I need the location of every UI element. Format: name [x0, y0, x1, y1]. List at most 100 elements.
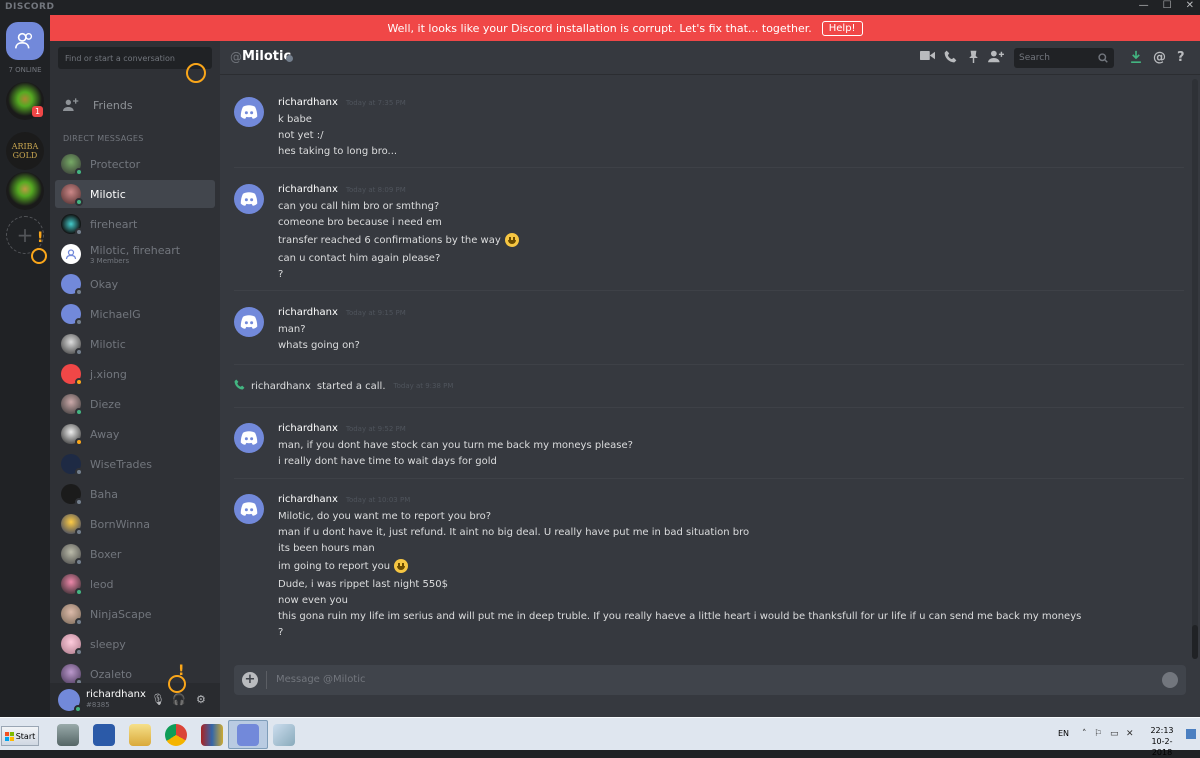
- taskbar-app-network[interactable]: [48, 720, 88, 749]
- message-author[interactable]: richardhanx Today at 7:35 PM: [278, 97, 406, 108]
- discord-avatar-icon: [234, 494, 264, 524]
- taskbar-app-discord[interactable]: [228, 720, 268, 749]
- message-divider: [234, 478, 1184, 479]
- dm-item-dieze[interactable]: Dieze: [55, 390, 215, 418]
- dm-item-fireheart[interactable]: fireheart: [55, 210, 215, 238]
- message-author[interactable]: richardhanx Today at 9:15 PM: [278, 307, 406, 318]
- dm-item-label: Milotic: [90, 187, 126, 201]
- attach-plus-icon[interactable]: +: [242, 672, 258, 688]
- status-dot: [286, 55, 293, 62]
- chat-scrollbar[interactable]: [1192, 79, 1198, 659]
- dm-item-label: sleepy: [90, 637, 126, 651]
- message-text: ?: [278, 269, 284, 280]
- dm-item-milotic-2[interactable]: Milotic: [55, 330, 215, 358]
- help-icon[interactable]: ?: [1177, 50, 1185, 65]
- friends-icon: [15, 32, 33, 49]
- scrollbar-thumb[interactable]: [1192, 625, 1198, 659]
- status-dot: [75, 528, 83, 536]
- warning-icon: !: [37, 230, 44, 246]
- message-text: not yet :/: [278, 130, 324, 141]
- dm-item-sleepy[interactable]: sleepy: [55, 630, 215, 658]
- message-author[interactable]: richardhanx Today at 9:52 PM: [278, 423, 406, 434]
- taskbar-app-explorer[interactable]: [120, 720, 160, 749]
- dm-item-label: Away: [90, 427, 120, 441]
- search-icon: [1098, 53, 1108, 63]
- avatar: [61, 454, 83, 476]
- message-text: can u contact him again please?: [278, 253, 441, 264]
- volume-muted-icon[interactable]: ✕: [1126, 729, 1134, 739]
- dm-item-away[interactable]: Away: [55, 420, 215, 448]
- dm-item-bornwinna[interactable]: BornWinna: [55, 510, 215, 538]
- call-system-message: richardhanx started a call. Today at 9:3…: [234, 379, 453, 393]
- chrome-icon: [165, 723, 187, 746]
- call-author[interactable]: richardhanx: [251, 381, 311, 392]
- dm-item-group[interactable]: Milotic, fireheart 3 Members: [55, 240, 215, 268]
- taskbar-app-chrome[interactable]: [156, 720, 196, 749]
- add-friend-icon[interactable]: [988, 50, 1004, 67]
- message-timestamp: Today at 7:35 PM: [345, 99, 406, 107]
- dm-item-label: leod: [90, 577, 114, 591]
- system-clock[interactable]: 22:13 10-2-2018: [1142, 725, 1182, 758]
- dm-section-header: DIRECT MESSAGES: [63, 134, 144, 143]
- minimize-button[interactable]: —: [1139, 0, 1149, 11]
- message-author[interactable]: richardhanx Today at 10:03 PM: [278, 494, 410, 505]
- chat-search-input[interactable]: Search: [1014, 48, 1114, 68]
- voice-call-icon[interactable]: [944, 50, 957, 67]
- dm-item-wisetrades[interactable]: WiseTrades: [55, 450, 215, 478]
- user-status-dot: [74, 705, 82, 713]
- mute-microphone-icon[interactable]: 🎙: [151, 693, 165, 706]
- dm-item-leod[interactable]: leod: [55, 570, 215, 598]
- message-text: whats going on?: [278, 340, 360, 351]
- dm-item-label: Protector: [90, 157, 141, 171]
- status-dot: [75, 438, 83, 446]
- status-dot: [75, 348, 83, 356]
- home-button[interactable]: [6, 22, 44, 60]
- avatar: [61, 484, 83, 506]
- dm-item-baha[interactable]: Baha: [55, 480, 215, 508]
- close-button[interactable]: ✕: [1186, 0, 1194, 11]
- show-desktop-icon[interactable]: [1186, 729, 1196, 739]
- mentions-icon[interactable]: @: [1153, 50, 1166, 65]
- taskbar-app-winrar[interactable]: [192, 720, 232, 749]
- status-dot: [75, 648, 83, 656]
- message-input[interactable]: Message @Milotic: [276, 674, 366, 685]
- pin-icon[interactable]: [968, 50, 979, 67]
- message-text: its been hours man: [278, 543, 375, 554]
- network-tray-icon[interactable]: ▭: [1110, 729, 1119, 739]
- mention-badge: 1: [32, 106, 44, 117]
- download-icon[interactable]: [1130, 50, 1142, 67]
- emoji-picker-icon[interactable]: [1162, 672, 1178, 688]
- message-divider: [234, 364, 1184, 365]
- dm-item-label: Ozaleto: [90, 667, 133, 681]
- dm-item-label: WiseTrades: [90, 457, 153, 471]
- video-call-icon[interactable]: [920, 50, 935, 65]
- taskbar-app-paint[interactable]: [264, 720, 304, 749]
- network-icon: [57, 723, 79, 746]
- dm-item-boxer[interactable]: Boxer: [55, 540, 215, 568]
- status-dot: [75, 558, 83, 566]
- dm-item-protector[interactable]: Protector: [55, 150, 215, 178]
- dm-item-label: Okay: [90, 277, 119, 291]
- start-button[interactable]: Start: [1, 726, 39, 746]
- friends-nav-item[interactable]: Friends: [55, 93, 215, 117]
- dm-item-michaelg[interactable]: MichaelG: [55, 300, 215, 328]
- headphones-icon[interactable]: 🎧: [172, 693, 186, 706]
- avatar: [61, 394, 83, 416]
- dm-item-okay[interactable]: Okay: [55, 270, 215, 298]
- taskbar-app-powershell[interactable]: [84, 720, 124, 749]
- dm-item-ninjascape[interactable]: NinjaScape: [55, 600, 215, 628]
- language-indicator[interactable]: EN: [1058, 729, 1069, 738]
- maximize-button[interactable]: ☐: [1163, 0, 1172, 11]
- settings-gear-icon[interactable]: ⚙: [196, 693, 206, 706]
- server-icon-ariba-gold[interactable]: ARIBA GOLD: [6, 132, 44, 170]
- tray-expand-icon[interactable]: ˄: [1082, 729, 1087, 739]
- help-button[interactable]: Help!: [821, 20, 863, 36]
- server-icon[interactable]: [6, 172, 44, 210]
- dm-item-milotic[interactable]: Milotic: [55, 180, 215, 208]
- action-center-flag-icon[interactable]: ⚐: [1094, 729, 1102, 739]
- message-timestamp: Today at 8:09 PM: [345, 186, 406, 194]
- dm-item-label: fireheart: [90, 217, 138, 231]
- status-dot: [75, 318, 83, 326]
- message-author[interactable]: richardhanx Today at 8:09 PM: [278, 184, 406, 195]
- dm-item-jxiong[interactable]: j.xiong: [55, 360, 215, 388]
